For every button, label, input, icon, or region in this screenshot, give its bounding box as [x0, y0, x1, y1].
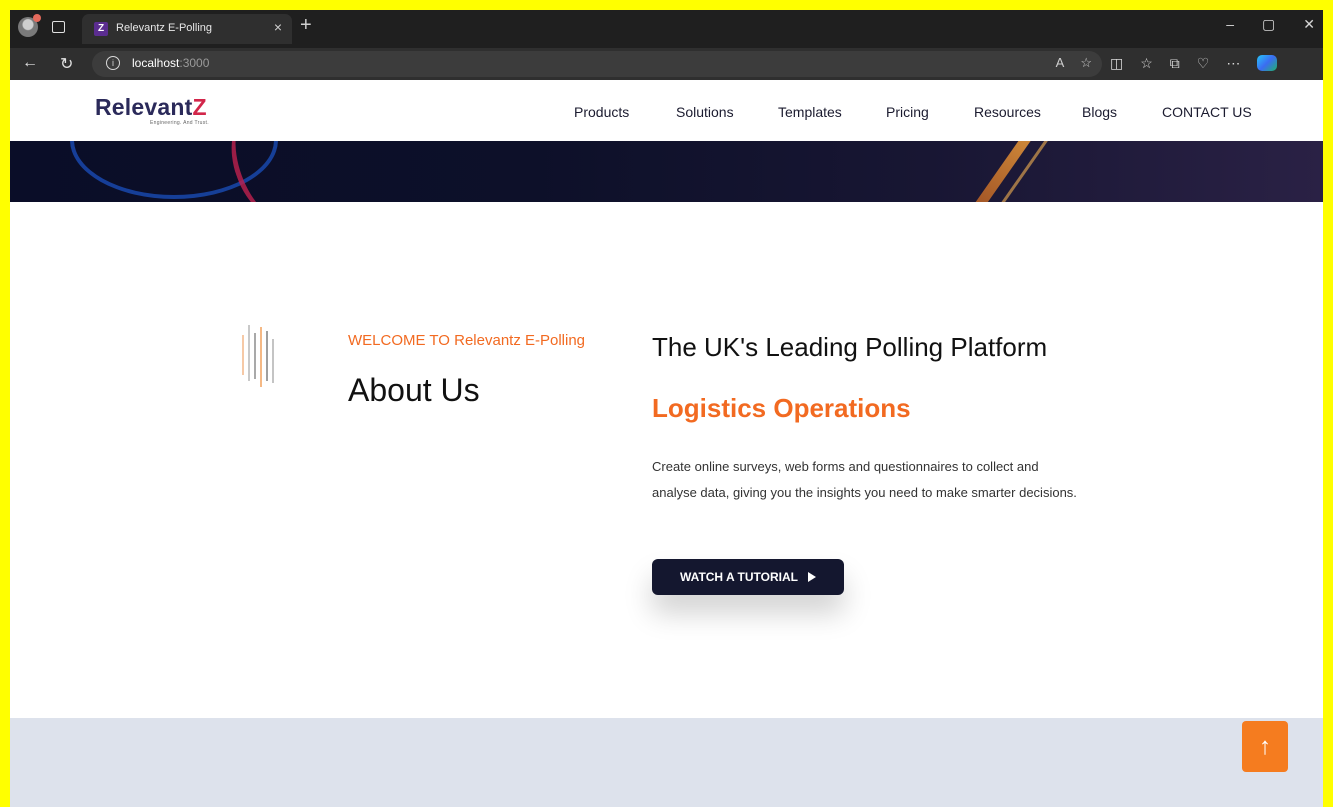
platform-title: The UK's Leading Polling Platform [652, 332, 1048, 362]
close-window-icon[interactable]: ✕ [1303, 16, 1315, 33]
url-field[interactable]: i localhost:3000 A ☆ [92, 51, 1102, 77]
tab-actions-icon[interactable] [52, 21, 65, 33]
hero-banner [10, 141, 1323, 202]
site-header: RelevantZ Engineering. And Trust. Produc… [10, 80, 1323, 141]
nav-products[interactable]: Products [574, 104, 629, 120]
favorite-star-icon[interactable]: ☆ [1080, 55, 1092, 71]
favicon-icon: Z [94, 22, 108, 36]
nav-pricing[interactable]: Pricing [886, 104, 929, 120]
decorative-lines-icon [242, 325, 282, 387]
more-icon[interactable]: ⋯ [1226, 55, 1240, 72]
copilot-icon[interactable] [1257, 55, 1278, 71]
minimize-icon[interactable]: – [1226, 16, 1234, 33]
nav-contact-us[interactable]: CONTACT US [1162, 104, 1252, 120]
address-bar: ← ↻ i localhost:3000 A ☆ ◫ ☆ ⧉ ♡ ⋯ [10, 48, 1323, 80]
close-tab-icon[interactable]: × [274, 19, 282, 35]
new-tab-icon[interactable]: + [300, 14, 312, 37]
browser-window: Z Relevantz E-Polling × + – ▢ ✕ ← ↻ i lo… [10, 10, 1323, 807]
health-icon[interactable]: ♡ [1197, 55, 1210, 72]
window-controls: – ▢ ✕ [1226, 16, 1315, 33]
browser-tab[interactable]: Z Relevantz E-Polling × [82, 14, 292, 44]
split-screen-icon[interactable]: ◫ [1110, 55, 1123, 72]
watch-tutorial-button[interactable]: WATCH A TUTORIAL [652, 559, 844, 595]
url-host: localhost [132, 56, 180, 70]
nav-resources[interactable]: Resources [974, 104, 1041, 120]
url-text[interactable]: localhost:3000 [132, 56, 209, 70]
url-actions: A ☆ [1056, 55, 1092, 71]
url-port: :3000 [179, 56, 210, 70]
tab-title: Relevantz E-Polling [116, 22, 212, 34]
about-description: Create online surveys, web forms and que… [652, 459, 1077, 500]
sector-title: Logistics Operations [652, 393, 911, 423]
tab-bar: Z Relevantz E-Polling × + – ▢ ✕ [10, 10, 1323, 48]
profile-icon[interactable] [18, 14, 41, 37]
favorites-icon[interactable]: ☆ [1140, 55, 1153, 72]
restore-icon[interactable]: ▢ [1262, 16, 1275, 33]
nav-templates[interactable]: Templates [778, 104, 842, 120]
browser-toolbar: ◫ ☆ ⧉ ♡ ⋯ [1110, 55, 1278, 72]
play-icon [807, 572, 816, 582]
nav-blogs[interactable]: Blogs [1082, 104, 1117, 120]
next-section [10, 718, 1323, 807]
about-heading: About Us [348, 372, 480, 408]
nav-solutions[interactable]: Solutions [676, 104, 734, 120]
main-nav: Products Solutions Templates Pricing Res… [10, 104, 1323, 124]
collections-icon[interactable]: ⧉ [1170, 55, 1180, 72]
back-arrow-icon[interactable]: ← [22, 54, 38, 72]
watch-tutorial-label: WATCH A TUTORIAL [680, 570, 798, 584]
welcome-text: WELCOME TO Relevantz E-Polling [348, 332, 586, 349]
site-info-icon[interactable]: i [106, 56, 120, 70]
read-aloud-icon[interactable]: A [1056, 55, 1065, 71]
refresh-icon[interactable]: ↻ [60, 54, 73, 74]
scroll-to-top-button[interactable]: ↑ [1242, 721, 1288, 772]
